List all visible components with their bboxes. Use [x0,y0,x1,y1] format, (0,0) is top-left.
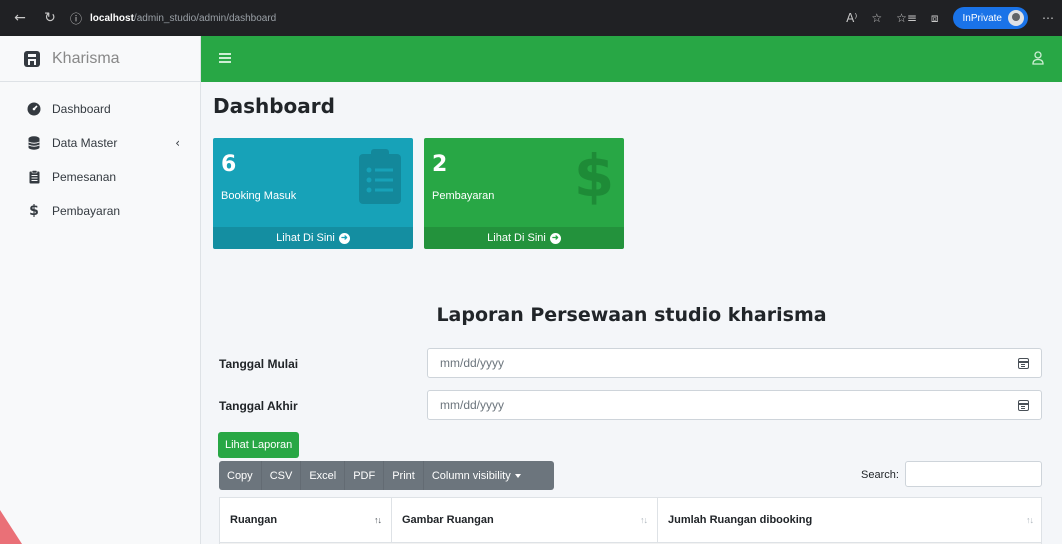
sidebar-item-label: Data Master [52,136,118,150]
sort-asc-icon: ↑↓ [374,515,382,525]
page-title: Dashboard [213,94,335,118]
chevron-left-icon[interactable]: ‹ [175,136,180,150]
column-header-jumlah-ruangan[interactable]: Jumlah Ruangan dibooking ↑↓ [658,498,1043,542]
browser-toolbar: ← ↻ ⓘ localhost/admin_studio/admin/dashb… [0,0,1062,36]
pdf-button[interactable]: PDF [345,461,385,490]
info-icon[interactable]: ⓘ [70,10,82,27]
print-button[interactable]: Print [384,461,424,490]
start-date-field[interactable]: mm/dd/yyyy [427,348,1042,378]
sidebar-item-label: Dashboard [52,102,111,116]
csv-button[interactable]: CSV [262,461,302,490]
main-content: Dashboard 6 Booking Masuk Lihat Di Sini … [201,82,1062,544]
calendar-icon[interactable] [1018,400,1029,411]
decorative-corner [0,510,22,544]
arrow-circle-right-icon: ➜ [549,232,561,244]
column-header-gambar-ruangan[interactable]: Gambar Ruangan ↑↓ [392,498,658,542]
tachometer-icon [26,101,42,117]
calendar-icon[interactable] [1018,358,1029,369]
arrow-circle-right-icon: ➜ [338,232,350,244]
sidebar-nav: Dashboard Data Master ‹ Pemesanan $ Pemb… [0,92,200,228]
column-header-label: Ruangan [230,514,278,526]
export-button-group: Copy CSV Excel PDF Print Column visibili… [219,461,554,490]
svg-text:$: $ [576,144,612,206]
profile-avatar [1008,10,1024,26]
url-path: /admin_studio/admin/dashboard [133,12,277,24]
column-header-label: Gambar Ruangan [402,514,494,526]
more-menu-icon[interactable]: ⋯ [1042,11,1054,25]
start-date-label: Tanggal Mulai [219,357,299,371]
sidebar-item-label: Pembayaran [52,204,121,218]
booking-card-link[interactable]: Lihat Di Sini ➜ [213,227,413,249]
search-input[interactable] [905,461,1042,487]
clipboard-list-icon [357,148,403,210]
end-date-placeholder: mm/dd/yyyy [440,398,505,412]
dollar-icon: $ [29,203,39,219]
sidebar-item-dashboard[interactable]: Dashboard [0,92,200,126]
inprivate-badge[interactable]: InPrivate [952,7,1028,29]
card-footer-label: Lihat Di Sini [276,232,335,244]
payment-card: 2 Pembayaran $ Lihat Di Sini ➜ [424,138,624,249]
excel-button[interactable]: Excel [301,461,346,490]
sort-icon: ↑↓ [640,515,648,525]
report-title: Laporan Persewaan studio kharisma [436,304,827,326]
column-visibility-button[interactable]: Column visibility [424,461,529,490]
payment-card-link[interactable]: Lihat Di Sini ➜ [424,227,624,249]
sidebar-item-pembayaran[interactable]: $ Pembayaran [0,194,200,228]
clipboard-icon [26,169,42,185]
card-label: Booking Masuk [221,190,297,202]
address-bar[interactable]: localhost/admin_studio/admin/dashboard [90,13,276,24]
copy-button[interactable]: Copy [219,461,262,490]
column-visibility-label: Column visibility [431,469,511,482]
collections-icon[interactable]: ⧈ [931,11,939,26]
dollar-icon: $ [574,142,614,210]
browser-actions: A⁾ ☆ ☆≡ ⧈ InPrivate ⋯ [846,0,1054,36]
brand[interactable]: Kharisma [0,36,200,82]
end-date-label: Tanggal Akhir [219,399,298,413]
url-host: localhost [90,12,134,24]
inprivate-label: InPrivate [962,12,1002,24]
sort-icon: ↑↓ [1026,515,1034,525]
back-arrow-icon[interactable]: ← [8,10,32,26]
card-label: Pembayaran [432,190,495,202]
column-header-label: Jumlah Ruangan dibooking [668,514,813,526]
reload-icon[interactable]: ↻ [38,10,62,26]
sidebar-item-pemesanan[interactable]: Pemesanan [0,160,200,194]
caret-down-icon [514,473,521,478]
end-date-field[interactable]: mm/dd/yyyy [427,390,1042,420]
search-label: Search: [861,469,899,481]
card-footer-label: Lihat Di Sini [487,232,546,244]
booking-card: 6 Booking Masuk Lihat Di Sini ➜ [213,138,413,249]
start-date-placeholder: mm/dd/yyyy [440,356,505,370]
column-header-ruangan[interactable]: Ruangan ↑↓ [220,498,392,542]
read-aloud-icon[interactable]: A⁾ [846,11,857,25]
database-icon [26,135,42,151]
top-navbar [201,36,1062,82]
sidebar: Kharisma Dashboard Data Master ‹ Pemesan… [0,36,201,544]
report-table: Ruangan ↑↓ Gambar Ruangan ↑↓ Jumlah Ruan… [219,497,1042,544]
sidebar-item-data-master[interactable]: Data Master ‹ [0,126,200,160]
brand-logo-icon [22,49,42,69]
card-number: 6 [221,152,237,177]
sidebar-item-label: Pemesanan [52,170,117,184]
favorite-icon[interactable]: ☆ [871,11,882,25]
brand-name: Kharisma [52,49,120,67]
favorites-list-icon[interactable]: ☆≡ [896,11,917,25]
card-number: 2 [432,152,448,177]
menu-toggle-icon[interactable] [219,53,231,63]
user-icon[interactable] [1032,50,1044,66]
view-report-button[interactable]: Lihat Laporan [218,432,300,458]
